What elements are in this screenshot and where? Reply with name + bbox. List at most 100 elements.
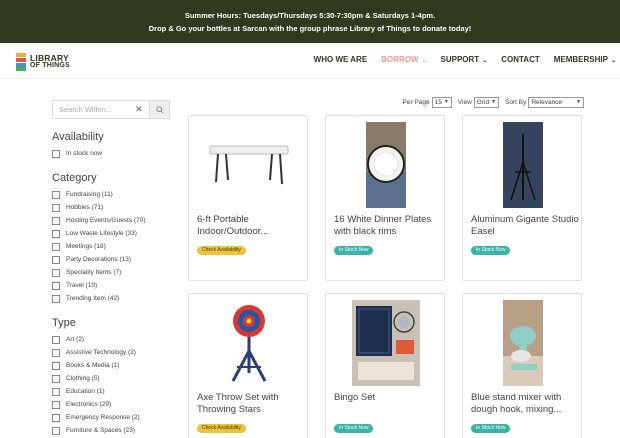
filter-option[interactable]: Trending Item (42): [52, 292, 172, 305]
product-card[interactable]: Blue stand mixer with dough hook, mixing…: [462, 293, 582, 438]
filter-sidebar: Search Within... ✕ Availability In stock…: [52, 100, 172, 437]
filter-option[interactable]: Education (1): [52, 385, 172, 398]
site-logo[interactable]: LIBRARY OF THINGS: [16, 51, 70, 73]
filter-option[interactable]: Low Waste Lifestyle (33): [52, 227, 172, 240]
filter-option[interactable]: Travel (19): [52, 279, 172, 292]
status-badge: Check Availability: [197, 424, 246, 433]
filter-label: Party Decorations (13): [66, 256, 132, 263]
product-name[interactable]: Blue stand mixer with dough hook, mixing…: [471, 392, 579, 416]
filter-label: Art (2): [66, 336, 85, 343]
filter-option[interactable]: Emergency Response (2): [52, 411, 172, 424]
nav-membership[interactable]: MEMBERSHIP ⌄: [554, 55, 616, 64]
checkbox[interactable]: [52, 149, 60, 158]
status-badge: In Stock Now: [471, 246, 511, 255]
checkbox[interactable]: [52, 216, 60, 225]
nav-label: WHO WE ARE: [313, 55, 368, 64]
chevron-down-icon: ⌄: [610, 58, 616, 64]
checkbox[interactable]: [52, 190, 60, 199]
checkbox[interactable]: [52, 348, 60, 357]
chevron-down-icon: ▼: [443, 99, 449, 105]
folding-table-image[interactable]: [197, 122, 301, 208]
filter-option[interactable]: Electronics (29): [52, 398, 172, 411]
product-card[interactable]: 16 White Dinner Plates with black rims I…: [325, 115, 445, 281]
search-button[interactable]: [149, 101, 169, 118]
checkbox[interactable]: [52, 242, 60, 251]
listing-controls: Per Page 15 ▼ View Grid ▼ Sort By Relevanc…: [403, 97, 584, 108]
product-name[interactable]: Aluminum Gigante Studio Easel: [471, 214, 579, 238]
sort-select[interactable]: Relevance ▼: [528, 97, 584, 108]
nav-support[interactable]: SUPPORT ⌄: [441, 55, 488, 64]
chevron-down-icon: ⌄: [482, 58, 488, 64]
nav-label: SUPPORT: [440, 55, 480, 64]
filter-option[interactable]: Party Decorations (13): [52, 253, 172, 266]
checkbox[interactable]: [52, 335, 60, 344]
nav-borrow[interactable]: BORROW ⌄: [381, 55, 426, 64]
checkbox[interactable]: [52, 294, 60, 303]
checkbox[interactable]: [52, 426, 60, 435]
filter-option[interactable]: Books & Media (1): [52, 359, 172, 372]
product-name[interactable]: 16 White Dinner Plates with black rims: [334, 214, 442, 238]
status-badge: In Stock Now: [471, 424, 511, 433]
bingo-set-image[interactable]: [334, 300, 438, 386]
filter-option[interactable]: Clothing (5): [52, 372, 172, 385]
filter-option[interactable]: Hobbies (71): [52, 201, 172, 214]
chevron-down-icon: ▼: [576, 99, 581, 105]
filter-label: Fundraising (11): [66, 191, 113, 198]
status-badge: Check Availability: [197, 246, 246, 255]
checkbox[interactable]: [52, 413, 60, 422]
checkbox[interactable]: [52, 400, 60, 409]
sort-value: Relevance: [531, 99, 563, 106]
product-name[interactable]: 6-ft Portable Indoor/Outdoor...: [197, 214, 305, 238]
type-heading: Type: [52, 317, 76, 329]
checkbox[interactable]: [52, 281, 60, 290]
filter-option[interactable]: Hosting Events/Guests (70): [52, 214, 172, 227]
filter-label: Emergency Response (2): [66, 414, 140, 421]
checkbox[interactable]: [52, 229, 60, 238]
checkbox[interactable]: [52, 203, 60, 212]
nav-label: MEMBERSHIP: [553, 55, 608, 64]
view-select[interactable]: Grid ▼: [473, 97, 500, 108]
easel-image[interactable]: [471, 122, 575, 208]
product-card[interactable]: 6-ft Portable Indoor/Outdoor... Check Av…: [188, 115, 308, 281]
stand-mixer-image[interactable]: [471, 300, 575, 386]
filter-option[interactable]: Furniture & Spaces (23): [52, 424, 172, 437]
filter-label: Travel (19): [66, 282, 98, 289]
product-name[interactable]: Axe Throw Set with Throwing Stars: [197, 392, 305, 416]
filter-label: Books & Media (1): [66, 362, 120, 369]
nav-who-we-are[interactable]: WHO WE ARE: [314, 55, 367, 64]
filter-option[interactable]: Meetings (18): [52, 240, 172, 253]
per-page-select[interactable]: 15 ▼: [431, 97, 452, 108]
checkbox[interactable]: [52, 255, 60, 264]
filter-label: Electronics (29): [66, 401, 112, 408]
checkbox[interactable]: [52, 387, 60, 396]
product-name[interactable]: Bingo Set: [334, 392, 442, 404]
search-within-field[interactable]: Search Within... ✕: [52, 100, 170, 119]
checkbox[interactable]: [52, 268, 60, 277]
product-card[interactable]: Aluminum Gigante Studio Easel In Stock N…: [462, 115, 582, 281]
checkbox[interactable]: [52, 361, 60, 370]
main-nav: WHO WE ARE BORROW ⌄ SUPPORT ⌄ CONTACT MEMB…: [300, 55, 616, 64]
axe-throw-target-image[interactable]: [197, 300, 301, 386]
filter-label: Trending Item (42): [66, 295, 120, 302]
clear-icon[interactable]: ✕: [135, 104, 143, 115]
filter-option[interactable]: Assistive Technology (2): [52, 346, 172, 359]
status-badge: In Stock Now: [334, 246, 374, 255]
search-input[interactable]: Search Within...: [59, 105, 112, 114]
filter-option[interactable]: Art (2): [52, 333, 172, 346]
product-card[interactable]: Bingo Set In Stock Now: [325, 293, 445, 438]
filter-label: Hosting Events/Guests (70): [66, 217, 146, 224]
logo-line-1: LIBRARY: [30, 53, 69, 63]
site-header: LIBRARY OF THINGS WHO WE ARE BORROW ⌄ SUP…: [0, 43, 620, 79]
product-card[interactable]: Axe Throw Set with Throwing Stars Check …: [188, 293, 308, 438]
filter-label: Furniture & Spaces (23): [66, 427, 136, 434]
nav-contact[interactable]: CONTACT: [501, 55, 540, 64]
checkbox[interactable]: [52, 374, 60, 383]
filter-option[interactable]: In stock now: [52, 147, 172, 160]
filter-option[interactable]: Speciality Items (7): [52, 266, 172, 279]
dinner-plates-image[interactable]: [334, 122, 438, 208]
filter-option[interactable]: Fundraising (11): [52, 188, 172, 201]
per-page-value: 15: [434, 99, 442, 106]
filter-label: Education (1): [66, 388, 105, 395]
filter-label: Meetings (18): [66, 243, 106, 250]
logo-text: LIBRARY OF THINGS: [30, 54, 70, 70]
